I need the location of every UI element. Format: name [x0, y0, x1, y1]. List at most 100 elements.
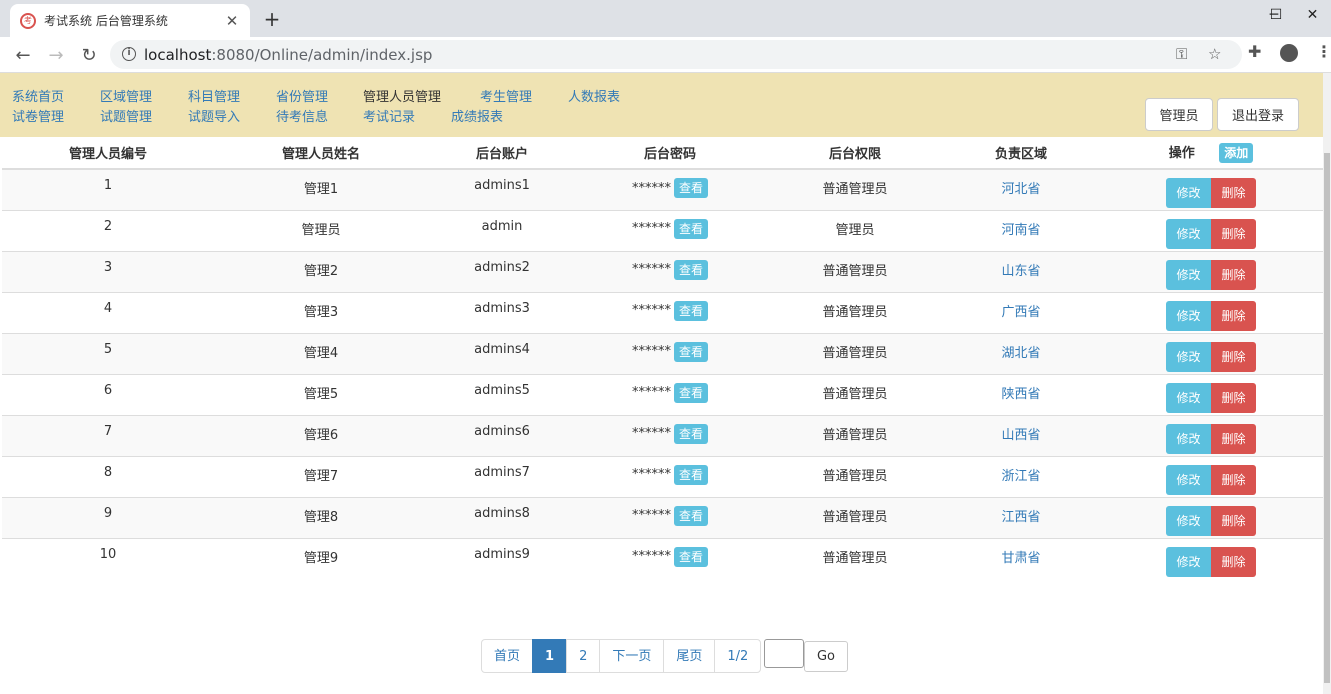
- nav-link[interactable]: 考生管理: [480, 86, 532, 105]
- info-icon[interactable]: i: [122, 47, 136, 61]
- close-tab-icon[interactable]: ✕: [224, 12, 240, 30]
- delete-button[interactable]: 删除: [1211, 505, 1256, 536]
- delete-button[interactable]: 删除: [1211, 546, 1256, 577]
- table-row: 9 管理8 admins8 ****** 查看 普通管理员 江西省 修改 删除: [2, 496, 1326, 538]
- close-window-icon[interactable]: ✕: [1294, 0, 1331, 30]
- cell-actions: 修改 删除: [1096, 537, 1326, 579]
- edit-button[interactable]: 修改: [1166, 505, 1211, 536]
- delete-button[interactable]: 删除: [1211, 218, 1256, 249]
- go-button[interactable]: Go: [804, 641, 848, 672]
- delete-button[interactable]: 删除: [1211, 259, 1256, 290]
- view-password-button[interactable]: 查看: [673, 178, 708, 198]
- edit-button[interactable]: 修改: [1166, 464, 1211, 495]
- key-icon[interactable]: ⚿: [1176, 45, 1187, 63]
- view-password-button[interactable]: 查看: [673, 464, 708, 485]
- nav-link[interactable]: 试卷管理: [12, 106, 64, 125]
- delete-button[interactable]: 删除: [1211, 382, 1256, 413]
- edit-button[interactable]: 修改: [1166, 423, 1211, 454]
- edit-button[interactable]: 修改: [1166, 341, 1211, 372]
- edit-button[interactable]: 修改: [1166, 382, 1211, 413]
- region-link[interactable]: 湖北省: [1001, 346, 1040, 361]
- nav-link[interactable]: 成绩报表: [451, 106, 503, 125]
- cell-name: 管理员: [214, 209, 428, 251]
- cell-role: 普通管理员: [764, 496, 946, 538]
- region-link[interactable]: 江西省: [1001, 510, 1040, 525]
- next-page-button[interactable]: 下一页: [599, 639, 665, 673]
- region-link[interactable]: 河南省: [1001, 223, 1040, 238]
- view-password-button[interactable]: 查看: [673, 546, 708, 567]
- scrollbar-track[interactable]: [1323, 73, 1331, 694]
- nav-link[interactable]: 科目管理: [188, 86, 240, 105]
- back-icon[interactable]: ←: [10, 42, 36, 68]
- edit-button[interactable]: 修改: [1166, 178, 1211, 208]
- page: 系统首页 区域管理 科目管理 省份管理 管理人员管理 考生管理 人数报表 试卷管理 试题管理 试…: [0, 73, 1331, 694]
- view-password-button[interactable]: 查看: [673, 218, 708, 239]
- cell-password: ****** 查看: [576, 250, 764, 292]
- nav-link[interactable]: 考试记录: [363, 106, 415, 125]
- extensions-icon[interactable]: ✚: [1248, 42, 1261, 61]
- view-password-button[interactable]: 查看: [673, 259, 708, 280]
- bookmark-star-icon[interactable]: ☆: [1208, 45, 1221, 63]
- delete-button[interactable]: 删除: [1211, 300, 1256, 331]
- region-link[interactable]: 山西省: [1001, 428, 1040, 443]
- region-link[interactable]: 甘肃省: [1001, 551, 1040, 566]
- col-header-password: 后台密码: [576, 137, 764, 170]
- region-link[interactable]: 广西省: [1001, 305, 1040, 320]
- delete-button[interactable]: 删除: [1211, 178, 1256, 208]
- cell-account: admins6: [428, 414, 576, 456]
- region-link[interactable]: 河北省: [1001, 182, 1040, 197]
- region-link[interactable]: 山东省: [1001, 264, 1040, 279]
- profile-icon[interactable]: [1280, 44, 1298, 62]
- table-row: 7 管理6 admins6 ****** 查看 普通管理员 山西省 修改 删除: [2, 414, 1326, 456]
- masked-password: ******: [631, 221, 671, 236]
- view-password-button[interactable]: 查看: [673, 341, 708, 362]
- cell-id: 2: [2, 209, 214, 251]
- delete-button[interactable]: 删除: [1211, 464, 1256, 495]
- cell-name: 管理8: [214, 496, 428, 538]
- menu-dots-icon[interactable]: ⋮: [1316, 42, 1331, 61]
- cell-role: 普通管理员: [764, 291, 946, 333]
- cell-account: admins8: [428, 496, 576, 538]
- nav-link[interactable]: 人数报表: [568, 86, 620, 105]
- nav-link[interactable]: 试题导入: [188, 106, 240, 125]
- browser-tab[interactable]: 考 考试系统 后台管理系统 ✕: [10, 4, 250, 37]
- page-number-button[interactable]: 1: [532, 639, 568, 673]
- reload-icon[interactable]: ↻: [76, 42, 102, 68]
- first-page-button[interactable]: 首页: [481, 639, 534, 673]
- cell-region: 广西省: [946, 291, 1096, 333]
- scrollbar-thumb[interactable]: [1324, 153, 1330, 683]
- delete-button[interactable]: 删除: [1211, 341, 1256, 372]
- cell-role: 普通管理员: [764, 250, 946, 292]
- view-password-button[interactable]: 查看: [673, 382, 708, 403]
- edit-button[interactable]: 修改: [1166, 259, 1211, 290]
- view-password-button[interactable]: 查看: [673, 505, 708, 526]
- table-row: 6 管理5 admins5 ****** 查看 普通管理员 陕西省 修改 删除: [2, 373, 1326, 415]
- new-tab-icon[interactable]: +: [262, 7, 282, 31]
- page-number-button[interactable]: 2: [566, 639, 601, 673]
- logout-button[interactable]: 退出登录: [1217, 98, 1299, 131]
- maximize-window-icon[interactable]: ☐: [1253, 0, 1299, 30]
- add-admin-button[interactable]: 添加: [1219, 143, 1254, 164]
- cell-account: admins5: [428, 373, 576, 415]
- page-number-input[interactable]: [764, 639, 804, 668]
- edit-button[interactable]: 修改: [1166, 300, 1211, 331]
- region-link[interactable]: 浙江省: [1001, 469, 1040, 484]
- last-page-button[interactable]: 尾页: [663, 639, 716, 673]
- edit-button[interactable]: 修改: [1166, 218, 1211, 249]
- region-link[interactable]: 陕西省: [1001, 387, 1040, 402]
- url-host: localhost: [144, 46, 212, 64]
- nav-link[interactable]: 管理人员管理: [363, 86, 441, 105]
- url-input[interactable]: i localhost:8080/Online/admin/index.jsp …: [110, 40, 1242, 69]
- nav-link[interactable]: 省份管理: [276, 86, 328, 105]
- delete-button[interactable]: 删除: [1211, 423, 1256, 454]
- edit-button[interactable]: 修改: [1166, 546, 1211, 577]
- nav-link[interactable]: 区域管理: [100, 86, 152, 105]
- view-password-button[interactable]: 查看: [673, 423, 708, 444]
- nav-link[interactable]: 系统首页: [12, 86, 64, 105]
- view-password-button[interactable]: 查看: [673, 300, 708, 321]
- cell-region: 陕西省: [946, 373, 1096, 415]
- current-user-button[interactable]: 管理员: [1145, 98, 1213, 131]
- nav-link[interactable]: 试题管理: [100, 106, 152, 125]
- nav-link[interactable]: 待考信息: [276, 106, 328, 125]
- forward-icon[interactable]: →: [43, 42, 69, 68]
